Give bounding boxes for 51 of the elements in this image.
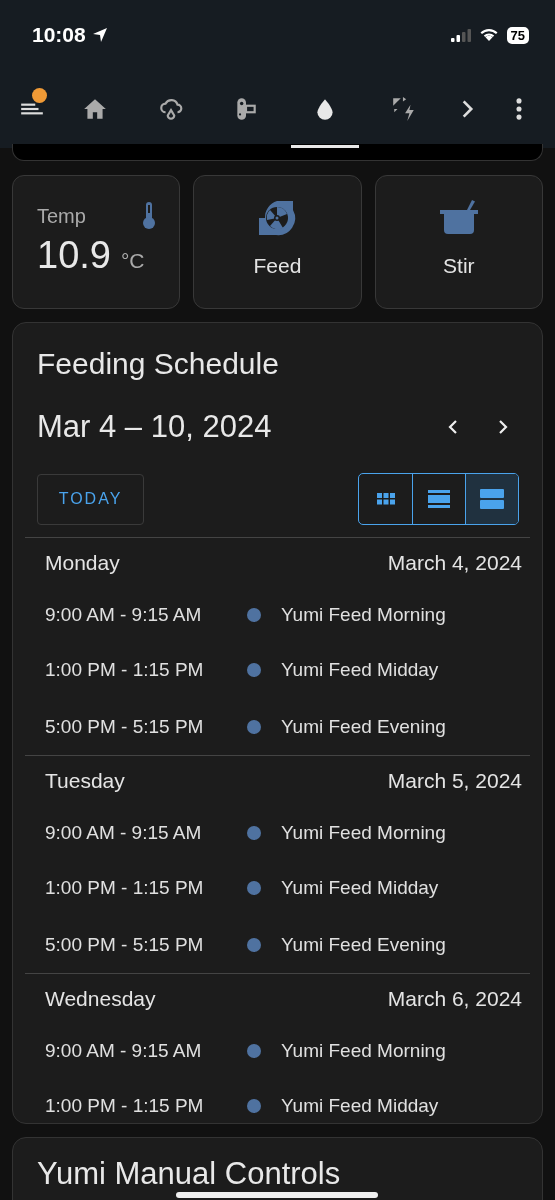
thermometer-icon bbox=[143, 202, 156, 230]
event-title[interactable]: Yumi Feed Morning bbox=[281, 603, 446, 626]
action-tile[interactable]: Feed bbox=[193, 175, 362, 309]
event-time: 5:00 PM - 5:15 PM bbox=[45, 933, 205, 956]
event-title[interactable]: Yumi Feed Midday bbox=[281, 877, 439, 900]
event-title[interactable]: Yumi Feed Evening bbox=[281, 933, 446, 956]
sensor-label: Temp bbox=[37, 204, 86, 228]
day-name: Monday bbox=[45, 550, 120, 575]
event-dot bbox=[247, 1043, 261, 1058]
unit-label: °C bbox=[120, 249, 145, 273]
today-button[interactable]: TODAY bbox=[37, 473, 144, 525]
event-time: 9:00 AM - 9:15 AM bbox=[45, 603, 203, 626]
event-dot bbox=[247, 881, 261, 896]
sensor-value: 10.9 bbox=[37, 234, 111, 277]
action-tile[interactable]: Stir bbox=[374, 175, 543, 309]
event-time: 1:00 PM - 1:15 PM bbox=[45, 877, 205, 900]
wifi-icon bbox=[478, 28, 499, 42]
cloud-rain-icon bbox=[157, 96, 184, 122]
location-arrow-icon bbox=[91, 27, 108, 43]
event-time: 1:00 PM - 1:15 PM bbox=[45, 1095, 205, 1118]
day-date: March 4, 2024 bbox=[387, 550, 522, 575]
event-title[interactable]: Yumi Feed Midday bbox=[281, 1095, 439, 1118]
event-dot bbox=[247, 663, 261, 678]
event-time: 9:00 AM - 9:15 AM bbox=[45, 1039, 203, 1062]
signal-icon bbox=[450, 28, 471, 42]
day-date: March 5, 2024 bbox=[387, 768, 522, 793]
day-name: Tuesday bbox=[45, 768, 125, 793]
event-title[interactable]: Yumi Feed Morning bbox=[281, 1039, 446, 1062]
event-time: 1:00 PM - 1:15 PM bbox=[45, 659, 205, 682]
battery-indicator: 75 bbox=[506, 26, 529, 44]
date-range: Mar 4 – 10, 2024 bbox=[37, 409, 272, 445]
event-title[interactable]: Yumi Feed Midday bbox=[281, 659, 439, 682]
event-dot bbox=[247, 1099, 261, 1114]
card-title: Feeding Schedule bbox=[36, 347, 280, 381]
event-dot bbox=[247, 719, 261, 734]
day-date: March 6, 2024 bbox=[387, 986, 522, 1011]
clock-time: 10:08 bbox=[32, 23, 86, 47]
day-name: Wednesday bbox=[45, 986, 156, 1011]
rows-icon bbox=[428, 490, 450, 508]
list-icon bbox=[480, 489, 504, 509]
more-vertical-icon bbox=[515, 98, 522, 120]
card-title: Yumi Manual Controls bbox=[36, 1156, 342, 1192]
event-title[interactable]: Yumi Feed Evening bbox=[281, 715, 446, 738]
event-time: 5:00 PM - 5:15 PM bbox=[45, 715, 205, 738]
event-title[interactable]: Yumi Feed Morning bbox=[281, 821, 446, 844]
event-time: 9:00 AM - 9:15 AM bbox=[45, 821, 203, 844]
event-dot bbox=[247, 607, 261, 622]
view-toggle[interactable] bbox=[465, 474, 518, 524]
event-dot bbox=[247, 825, 261, 840]
grid-icon bbox=[376, 493, 395, 505]
event-dot bbox=[247, 937, 261, 952]
